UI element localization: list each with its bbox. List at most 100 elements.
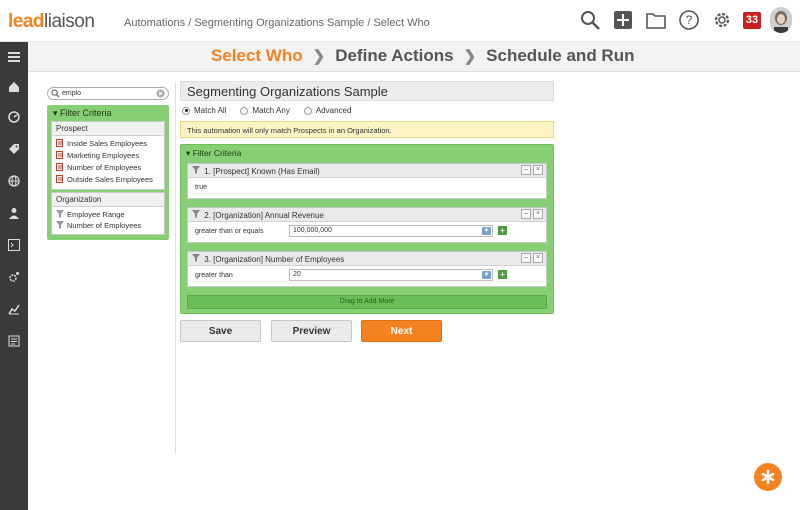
- close-icon[interactable]: ×: [533, 165, 543, 175]
- radio-icon: [240, 106, 249, 115]
- list-item-label: Inside Sales Employees: [67, 139, 148, 148]
- list-item-label: Number of Employees: [67, 221, 142, 230]
- svg-text:?: ?: [686, 13, 693, 27]
- automation-name-field[interactable]: Segmenting Organizations Sample: [180, 81, 554, 101]
- criterion-header[interactable]: 2. [Organization] Annual Revenue – ×: [188, 208, 546, 222]
- criterion-title: 2. [Organization] Annual Revenue: [204, 211, 324, 220]
- criterion-body: true: [188, 178, 546, 198]
- search-icon[interactable]: [578, 8, 602, 32]
- help-fab-button[interactable]: [754, 463, 782, 491]
- chevron-right-icon: ❯: [463, 48, 477, 65]
- logo-part-lead: lead: [8, 11, 45, 32]
- criterion-value: true: [195, 184, 208, 191]
- add-value-button[interactable]: +: [498, 270, 507, 279]
- tag-icon[interactable]: [7, 142, 21, 156]
- list-item[interactable]: Outside Sales Employees: [56, 175, 160, 187]
- help-icon[interactable]: ?: [677, 8, 701, 32]
- clear-icon[interactable]: [156, 89, 165, 102]
- menu-icon[interactable]: [7, 50, 21, 64]
- advanced-radio[interactable]: Advanced: [303, 106, 352, 115]
- filter-criteria-header[interactable]: ▾ Filter Criteria: [181, 145, 553, 162]
- criterion-title: 1. [Prospect] Known (Has Email): [204, 167, 320, 176]
- prospect-field-icon: [56, 175, 64, 187]
- chevron-down-icon: ▼: [482, 227, 491, 235]
- list-item[interactable]: Employee Range: [56, 210, 160, 221]
- organization-notice: This automation will only match Prospect…: [180, 121, 554, 138]
- prospect-group: Prospect Inside Sales Employees Marketin…: [51, 121, 165, 190]
- close-icon[interactable]: ×: [533, 253, 543, 263]
- match-any-radio[interactable]: Match Any: [240, 106, 290, 115]
- filter-funnel-icon: [192, 166, 202, 176]
- match-all-label: Match All: [194, 106, 227, 115]
- filter-criteria-title: Filter Criteria: [192, 148, 242, 158]
- criterion-value-select[interactable]: 100,000,000 ▼: [289, 225, 493, 237]
- criterion-value: 20: [293, 271, 301, 278]
- match-any-label: Match Any: [252, 106, 290, 115]
- left-sidebar: [0, 42, 28, 510]
- radio-selected-icon: [182, 106, 190, 115]
- step-schedule-run[interactable]: Schedule and Run: [486, 46, 634, 66]
- criterion-operator: greater than: [195, 272, 233, 279]
- filter-search-input[interactable]: emplo: [47, 87, 169, 100]
- chart-icon[interactable]: [7, 302, 21, 316]
- match-all-radio[interactable]: Match All: [182, 106, 226, 115]
- organization-group: Organization Employee Range Number of Em…: [51, 192, 165, 235]
- close-icon[interactable]: ×: [533, 209, 543, 219]
- list-item[interactable]: Marketing Employees: [56, 151, 160, 163]
- criterion-card: 2. [Organization] Annual Revenue – × gre…: [187, 207, 547, 243]
- list-item[interactable]: Inside Sales Employees: [56, 139, 160, 151]
- filter-funnel-icon: [56, 210, 64, 221]
- folder-icon[interactable]: [644, 8, 668, 32]
- criterion-header[interactable]: 1. [Prospect] Known (Has Email) – ×: [188, 164, 546, 178]
- drag-to-add-zone[interactable]: Drag to Add More: [187, 295, 547, 309]
- top-header: leadliaison Automations / Segmenting Org…: [0, 0, 800, 42]
- header-actions: ? 33: [578, 7, 792, 33]
- gear-icon[interactable]: [710, 8, 734, 32]
- list-item-label: Employee Range: [67, 210, 125, 219]
- organization-group-title: Organization: [52, 193, 164, 207]
- minimize-icon[interactable]: –: [521, 209, 531, 219]
- report-icon[interactable]: [7, 334, 21, 348]
- list-item[interactable]: Number of Employees: [56, 163, 160, 175]
- add-icon[interactable]: [611, 8, 635, 32]
- user-icon[interactable]: [7, 206, 21, 220]
- breadcrumb: Automations / Segmenting Organizations S…: [124, 17, 430, 29]
- filter-library-panel: emplo ▾ Filter Criteria Prospect Inside …: [47, 87, 169, 240]
- save-button[interactable]: Save: [180, 320, 261, 342]
- next-button[interactable]: Next: [361, 320, 442, 342]
- step-select-who[interactable]: Select Who: [211, 46, 303, 66]
- prospect-field-icon: [56, 139, 64, 151]
- add-value-button[interactable]: +: [498, 226, 507, 235]
- minimize-icon[interactable]: –: [521, 165, 531, 175]
- criterion-value-select[interactable]: 20 ▼: [289, 269, 493, 281]
- filter-funnel-icon: [56, 221, 64, 232]
- brand-logo[interactable]: leadliaison: [8, 11, 95, 33]
- criterion-card: 3. [Organization] Number of Employees – …: [187, 251, 547, 287]
- filter-funnel-icon: [192, 210, 202, 220]
- minimize-icon[interactable]: –: [521, 253, 531, 263]
- terminal-icon[interactable]: [7, 238, 21, 252]
- prospect-field-icon: [56, 163, 64, 175]
- caret-down-icon: ▾: [53, 108, 58, 118]
- prospect-field-icon: [56, 151, 64, 163]
- globe-icon[interactable]: [7, 174, 21, 188]
- criterion-header[interactable]: 3. [Organization] Number of Employees – …: [188, 252, 546, 266]
- settings-icon[interactable]: [7, 270, 21, 284]
- notifications-badge[interactable]: 33: [743, 11, 761, 29]
- asterisk-icon: [761, 469, 775, 485]
- panel-divider: [175, 82, 176, 454]
- criterion-body: greater than 20 ▼ +: [188, 266, 546, 286]
- filter-criteria-container: ▾ Filter Criteria 1. [Prospect] Known (H…: [180, 144, 554, 314]
- filter-criteria-library: ▾ Filter Criteria Prospect Inside Sales …: [47, 105, 169, 240]
- step-define-actions[interactable]: Define Actions: [335, 46, 453, 66]
- dashboard-icon[interactable]: [7, 110, 21, 124]
- avatar[interactable]: [770, 7, 792, 33]
- home-icon[interactable]: [7, 80, 21, 94]
- criterion-operator: greater than or equals: [195, 228, 264, 235]
- list-item[interactable]: Number of Employees: [56, 221, 160, 232]
- preview-button[interactable]: Preview: [271, 320, 352, 342]
- filter-criteria-header[interactable]: ▾ Filter Criteria: [51, 107, 165, 119]
- prospect-group-title: Prospect: [52, 122, 164, 136]
- advanced-label: Advanced: [315, 106, 352, 115]
- search-value: emplo: [62, 90, 82, 97]
